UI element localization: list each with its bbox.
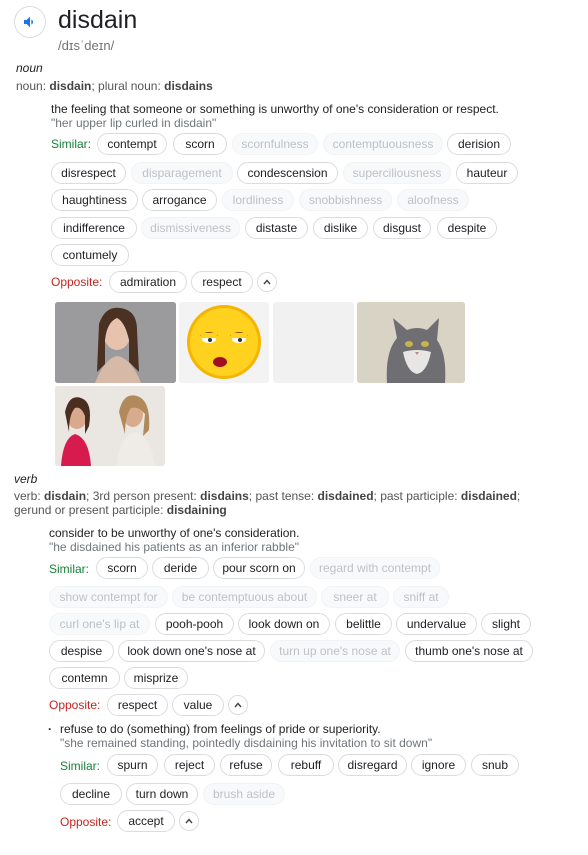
noun-example: "her upper lip curled in disdain" [51, 116, 217, 130]
verb2-similar-label: Similar: [60, 759, 101, 773]
synonym-chip[interactable]: disregard [338, 754, 407, 776]
synonym-chip[interactable]: contemptuousness [323, 133, 443, 155]
pronunciation-button[interactable] [14, 6, 46, 38]
antonym-chip[interactable]: admiration [109, 271, 187, 293]
synonym-chip[interactable]: be contemptuous about [172, 586, 317, 608]
antonym-chip[interactable]: respect [107, 694, 168, 716]
synonym-chip[interactable]: look down one's nose at [118, 640, 265, 662]
synonym-chip[interactable]: derision [447, 133, 511, 155]
pos-noun: noun [16, 61, 43, 75]
antonym-chip[interactable]: respect [191, 271, 253, 293]
noun-definition: the feeling that someone or something is… [51, 102, 499, 116]
synonym-chip[interactable]: turn up one's nose at [270, 640, 400, 662]
synonym-chip[interactable]: pour scorn on [213, 557, 305, 579]
verb-example-1: "he disdained his patients as an inferio… [49, 540, 300, 554]
collapse-button[interactable] [179, 811, 199, 831]
synonym-chip[interactable]: thumb one's nose at [405, 640, 533, 662]
collapse-button[interactable] [228, 695, 248, 715]
synonym-chip[interactable]: despise [49, 640, 114, 662]
synonym-chip[interactable]: scornfulness [232, 133, 318, 155]
synonym-chip[interactable]: condescension [237, 162, 338, 184]
woman-disdain-photo[interactable] [55, 302, 176, 383]
synonym-chip[interactable]: haughtiness [51, 189, 138, 211]
synonym-chip[interactable]: refuse [220, 754, 272, 776]
synonym-chip[interactable]: brush aside [203, 783, 285, 805]
synonym-chip[interactable]: turn down [126, 783, 198, 805]
noun-forms: noun: disdain; plural noun: disdains [16, 79, 213, 93]
synonym-chip[interactable]: indifference [51, 217, 137, 239]
chevron-up-icon [234, 702, 242, 708]
verb1-opposite-label: Opposite: [49, 698, 101, 712]
synonym-chip[interactable]: decline [60, 783, 122, 805]
synonym-chip[interactable]: contempt [97, 133, 167, 155]
synonym-chip[interactable]: disparagement [131, 162, 233, 184]
chevron-up-icon [263, 279, 271, 285]
verb2-opposite-label: Opposite: [60, 815, 112, 829]
synonym-chip[interactable]: dislike [313, 217, 368, 239]
synonym-chip[interactable]: undervalue [396, 613, 477, 635]
verb-definition-1: consider to be unworthy of one's conside… [49, 526, 300, 540]
synonym-chip[interactable]: misprize [124, 667, 188, 689]
synonym-chip[interactable]: disrespect [51, 162, 126, 184]
synonym-chip[interactable]: contemn [49, 667, 120, 689]
synonym-chip[interactable]: despite [437, 217, 497, 239]
verb1-similar-label: Similar: [49, 562, 90, 576]
antonym-chip[interactable]: accept [117, 810, 175, 832]
synonym-chip[interactable]: rebuff [278, 754, 334, 776]
collapse-button[interactable] [257, 272, 277, 292]
synonym-chip[interactable]: scorn [173, 133, 227, 155]
synonym-chip[interactable]: hauteur [456, 162, 518, 184]
synonym-chip[interactable]: lordliness [222, 189, 294, 211]
verb-forms-line2: gerund or present participle: disdaining [14, 503, 227, 517]
synonym-chip[interactable]: show contempt for [49, 586, 168, 608]
noun-similar-label: Similar: [51, 137, 92, 151]
synonym-chip[interactable]: snub [471, 754, 519, 776]
emoji-disdain-image[interactable] [179, 302, 269, 383]
synonym-chip[interactable]: slight [481, 613, 531, 635]
synonym-chip[interactable]: spurn [107, 754, 158, 776]
synonym-chip[interactable]: scorn [96, 557, 148, 579]
blank-image[interactable] [273, 302, 354, 383]
synonym-chip[interactable]: aloofness [397, 189, 469, 211]
cat-photo[interactable] [357, 302, 465, 383]
noun-opposite-label: Opposite: [51, 275, 103, 289]
synonym-chip[interactable]: regard with contempt [310, 557, 440, 579]
synonym-chip[interactable]: deride [152, 557, 209, 579]
synonym-chip[interactable]: look down on [238, 613, 330, 635]
verb-example-2: "she remained standing, pointedly disdai… [60, 736, 433, 750]
synonym-chip[interactable]: sneer at [321, 586, 389, 608]
phonetic: /dɪsˈdeɪn/ [58, 38, 115, 53]
synonym-chip[interactable]: curl one's lip at [49, 613, 150, 635]
sense-bullet: · [48, 722, 52, 736]
pos-verb: verb [14, 472, 38, 486]
synonym-chip[interactable]: contumely [51, 244, 129, 266]
synonym-chip[interactable]: disgust [373, 217, 431, 239]
two-women-photo[interactable] [55, 386, 165, 466]
synonym-chip[interactable]: ignore [411, 754, 466, 776]
synonym-chip[interactable]: reject [164, 754, 215, 776]
synonym-chip[interactable]: snobbishness [299, 189, 392, 211]
synonym-chip[interactable]: pooh-pooh [155, 613, 234, 635]
synonym-chip[interactable]: distaste [245, 217, 308, 239]
verb-definition-2: refuse to do (something) from feelings o… [60, 722, 381, 736]
synonym-chip[interactable]: sniff at [393, 586, 449, 608]
speaker-icon [24, 16, 33, 28]
chevron-up-icon [185, 818, 193, 824]
synonym-chip[interactable]: arrogance [142, 189, 217, 211]
headword: disdain [58, 6, 138, 34]
synonym-chip[interactable]: dismissiveness [141, 217, 240, 239]
verb-forms-line1: verb: disdain; 3rd person present: disda… [14, 489, 521, 503]
synonym-chip[interactable]: superciliousness [343, 162, 451, 184]
antonym-chip[interactable]: value [172, 694, 224, 716]
synonym-chip[interactable]: belittle [335, 613, 392, 635]
